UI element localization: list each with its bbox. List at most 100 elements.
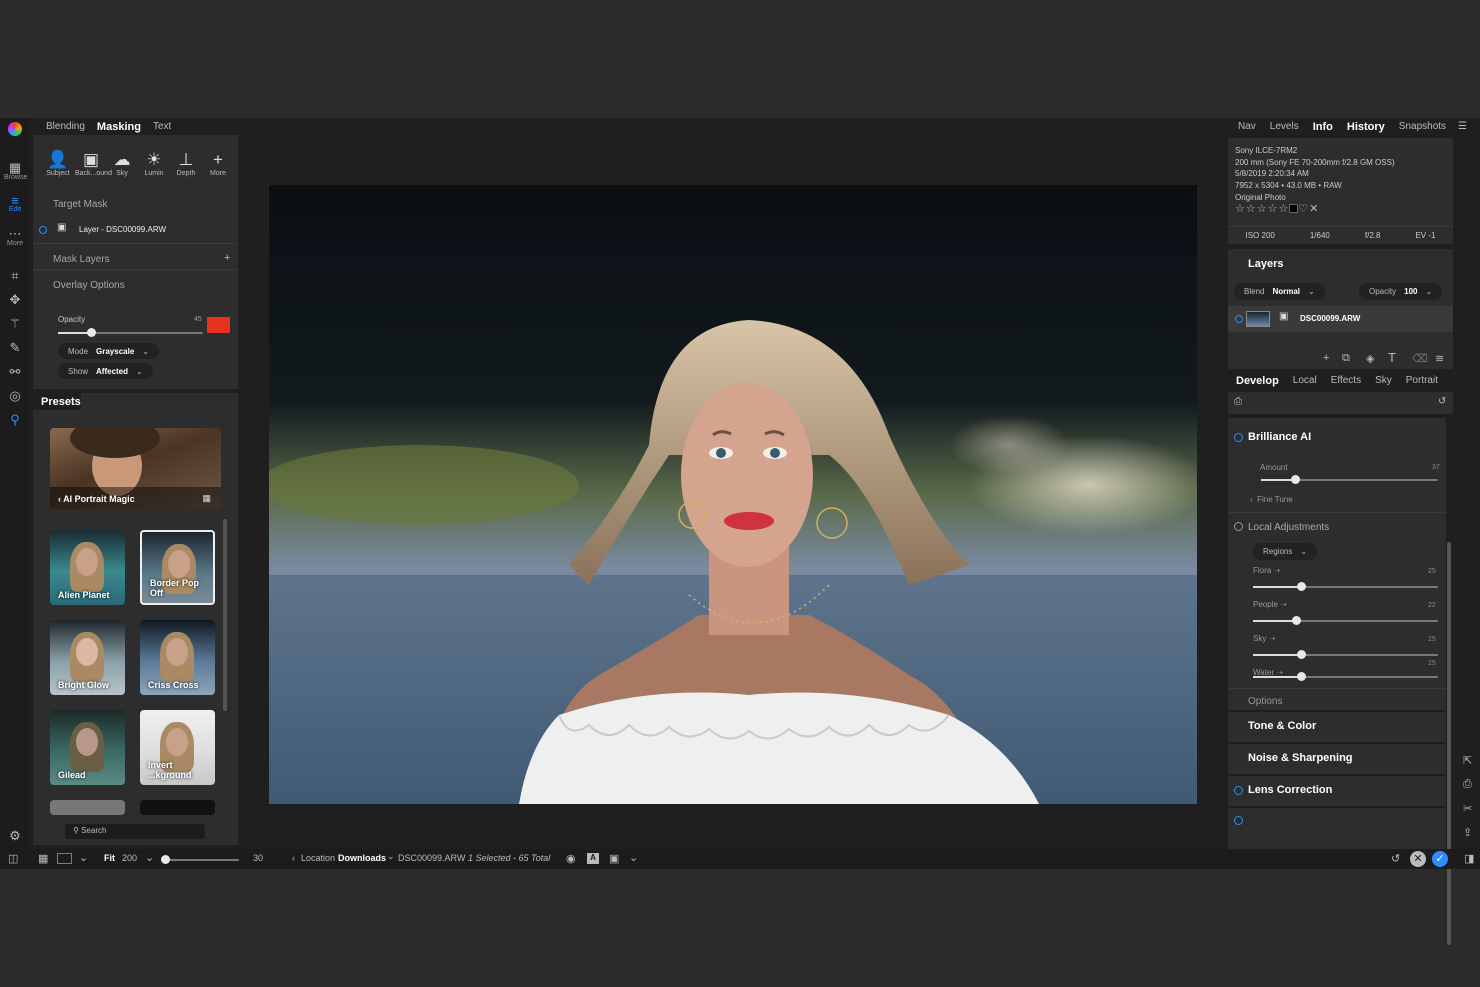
preset-thumb[interactable]: Bright Glow (50, 620, 125, 695)
preset-thumb[interactable]: Alien Planet (50, 530, 125, 605)
thumbnail-size-slider[interactable] (161, 855, 239, 864)
preset-thumb[interactable]: Invert ...kground (140, 710, 215, 785)
eye-icon[interactable]: ◉ (566, 852, 576, 865)
region-slider[interactable] (1253, 650, 1438, 659)
region-slider[interactable] (1253, 616, 1438, 625)
color-label-icon[interactable] (1289, 203, 1299, 213)
brush-icon[interactable]: ✎ (4, 340, 26, 356)
magic-wand-icon[interactable]: ⚚ (4, 316, 26, 332)
tab-text[interactable]: Text (153, 121, 171, 132)
preset-thumb-partial[interactable] (50, 800, 125, 815)
slider-knob[interactable] (1297, 582, 1307, 591)
share-icon[interactable]: ⇪ (1463, 826, 1472, 839)
cancel-button[interactable]: ✕ (1410, 851, 1426, 867)
blend-dropdown[interactable]: Blend Normal ⌄ (1234, 283, 1325, 300)
tab-snapshots[interactable]: Snapshots (1399, 121, 1446, 132)
zoom-value[interactable]: 200 (122, 853, 137, 863)
slider-knob[interactable] (161, 855, 170, 864)
layer-mask-icon[interactable]: ▣ (1279, 311, 1288, 322)
preset-thumb[interactable]: Criss Cross (140, 620, 215, 695)
preset-thumb[interactable]: Border Pop Off (140, 530, 215, 605)
print-icon[interactable]: ⎙ (1463, 778, 1472, 791)
regions-dropdown[interactable]: Regions ⌄ (1253, 543, 1318, 560)
more-mask-button[interactable]: + More (204, 150, 232, 177)
tab-effects[interactable]: Effects (1331, 375, 1361, 386)
presets-scrollbar[interactable] (223, 519, 227, 711)
heart-icon[interactable]: ♡ (1298, 203, 1309, 215)
tone-color-section[interactable]: Tone & Color (1228, 712, 1446, 742)
show-dropdown[interactable]: Show Affected ⌄ (58, 363, 153, 379)
brilliance-title[interactable]: Brilliance AI (1248, 431, 1311, 443)
export-icon[interactable]: ⇱ (1463, 754, 1472, 767)
tab-masking[interactable]: Masking (97, 121, 141, 133)
luminosity-button[interactable]: ☀ Lumin (140, 150, 168, 177)
rating-stars[interactable]: ☆☆☆☆☆ ♡✕ (1235, 203, 1446, 216)
toggle-left-panel-icon[interactable]: ◫ (8, 852, 18, 865)
move-icon[interactable]: ✥ (4, 292, 26, 308)
browse-button[interactable]: ▦ Browse (4, 160, 27, 181)
tab-levels[interactable]: Levels (1270, 121, 1299, 132)
tab-info[interactable]: Info (1313, 121, 1333, 133)
save-preset-icon[interactable]: ⎙ (1234, 396, 1242, 407)
tab-nav[interactable]: Nav (1238, 121, 1256, 132)
lens-correction-section[interactable]: Lens Correction (1228, 776, 1446, 806)
more-button[interactable]: ⋯ More (4, 226, 26, 247)
add-mask-layer-icon[interactable]: + (224, 252, 230, 264)
fingerprint-icon[interactable]: ◎ (4, 388, 26, 404)
target-layer-name[interactable]: Layer - DSC00099.ARW (79, 225, 166, 234)
layer-visibility-icon[interactable] (1235, 315, 1243, 323)
preset-search-input[interactable]: ⚲ Search (65, 824, 205, 839)
crop-icon[interactable]: ⌗ (4, 268, 26, 284)
chevron-down-icon[interactable]: ⌄ (629, 851, 638, 864)
preset-thumb-partial[interactable] (140, 800, 215, 815)
slider-knob[interactable] (1291, 616, 1301, 625)
target-radio-icon[interactable] (39, 226, 47, 234)
region-slider[interactable] (1253, 672, 1438, 681)
overlay-color-swatch[interactable] (207, 317, 230, 333)
fine-tune-toggle[interactable]: › Fine Tune (1250, 495, 1293, 504)
featured-preset-card[interactable]: ‹ AI Portrait Magic ▦ (50, 428, 221, 509)
stack-icon[interactable]: ≋ (1435, 352, 1444, 365)
mode-dropdown[interactable]: Mode Grayscale ⌄ (58, 343, 159, 359)
region-slider[interactable] (1253, 582, 1438, 591)
photo-canvas[interactable] (269, 185, 1197, 804)
reset-icon[interactable]: ↺ (1438, 396, 1446, 407)
opacity-slider[interactable] (58, 328, 203, 337)
chevron-down-icon[interactable]: ⌄ (145, 851, 154, 864)
tab-portrait[interactable]: Portrait (1406, 375, 1438, 386)
layer-opacity-dropdown[interactable]: Opacity 100 ⌄ (1359, 283, 1443, 300)
layer-row[interactable]: ▣ DSC00099.ARW (1228, 306, 1453, 332)
single-view-icon[interactable] (57, 853, 72, 864)
text-layer-icon[interactable]: T (1388, 350, 1396, 365)
menu-icon[interactable]: ☰ (1458, 121, 1467, 132)
duplicate-layer-icon[interactable]: ⧉ (1342, 352, 1350, 365)
lens-toggle-icon[interactable] (1234, 786, 1243, 795)
scissors-icon[interactable]: ✂ (1463, 802, 1472, 815)
amount-slider[interactable] (1261, 475, 1438, 484)
reject-icon[interactable]: ✕ (1309, 203, 1319, 215)
fill-layer-icon[interactable]: ◈ (1366, 352, 1374, 365)
grid-icon[interactable]: ▦ (202, 493, 211, 504)
tab-history[interactable]: History (1347, 121, 1385, 133)
undo-icon[interactable]: ↺ (1391, 852, 1400, 865)
local-adjust-toggle-icon[interactable] (1234, 522, 1243, 531)
edit-button[interactable]: ≡ Edit (4, 193, 26, 213)
tab-develop[interactable]: Develop (1236, 375, 1279, 387)
chevron-down-icon[interactable]: ⌄ (387, 851, 395, 862)
mask-view-icon[interactable]: ▣ (609, 852, 619, 865)
tab-local[interactable]: Local (1293, 375, 1317, 386)
develop-scrollbar[interactable] (1447, 542, 1451, 945)
compare-a-icon[interactable]: A (587, 853, 599, 864)
preset-thumb[interactable]: Gilead (50, 710, 125, 785)
slider-knob[interactable] (1297, 650, 1307, 659)
tab-sky[interactable]: Sky (1375, 375, 1392, 386)
star-icon[interactable]: ☆☆☆☆☆ (1235, 203, 1289, 215)
subject-button[interactable]: 👤 Subject (44, 150, 72, 177)
fit-button[interactable]: Fit (104, 853, 115, 863)
slider-knob[interactable] (87, 328, 97, 337)
apply-button[interactable]: ✓ (1432, 851, 1448, 867)
brilliance-toggle-icon[interactable] (1234, 433, 1243, 442)
location-value[interactable]: Downloads (338, 853, 386, 863)
sky-button[interactable]: ☁ Sky (108, 150, 136, 177)
depth-button[interactable]: ⊥ Depth (172, 150, 200, 177)
